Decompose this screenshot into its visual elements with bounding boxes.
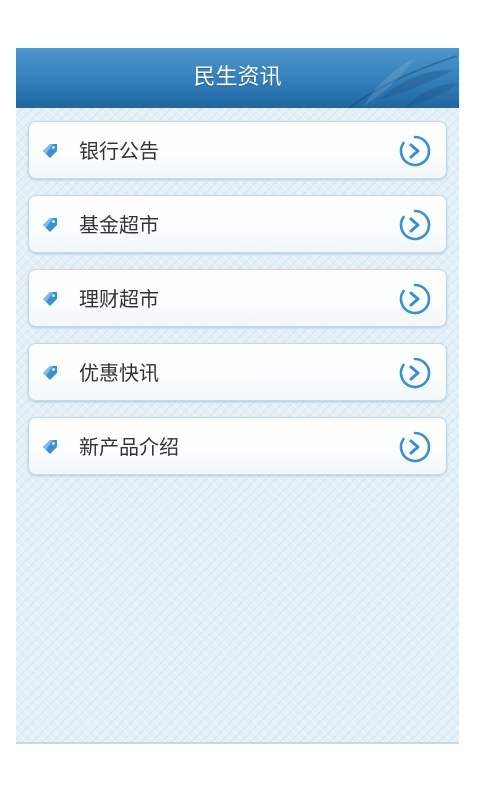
menu-item-label: 新产品介绍 [79,435,179,459]
menu-item-fund-market[interactable]: 基金超市 [28,195,447,253]
chevron-right-circle-icon[interactable] [398,134,432,168]
title-bar: 民生资讯 [16,48,459,108]
tag-icon [43,218,57,232]
menu-item-label: 基金超市 [79,213,159,237]
menu-item-bank-announcement[interactable]: 银行公告 [28,121,447,179]
app-screen: 民生资讯 银行公告 基金超市 理财超市 优惠快讯 新产品介绍 [16,48,459,744]
menu-list: 银行公告 基金超市 理财超市 优惠快讯 新产品介绍 [28,121,447,491]
chevron-right-circle-icon[interactable] [398,430,432,464]
menu-item-promotions[interactable]: 优惠快讯 [28,343,447,401]
tag-icon [43,144,57,158]
menu-item-label: 理财超市 [79,287,159,311]
page-title: 民生资讯 [193,65,282,90]
menu-item-new-products[interactable]: 新产品介绍 [28,417,447,475]
menu-item-label: 优惠快讯 [79,361,159,385]
chevron-right-circle-icon[interactable] [398,208,432,242]
tag-icon [43,292,57,306]
tag-icon [43,440,57,454]
chevron-right-circle-icon[interactable] [398,282,432,316]
tag-icon [43,366,57,380]
menu-item-label: 银行公告 [79,139,159,163]
chevron-right-circle-icon[interactable] [398,356,432,390]
menu-item-wealth-market[interactable]: 理财超市 [28,269,447,327]
